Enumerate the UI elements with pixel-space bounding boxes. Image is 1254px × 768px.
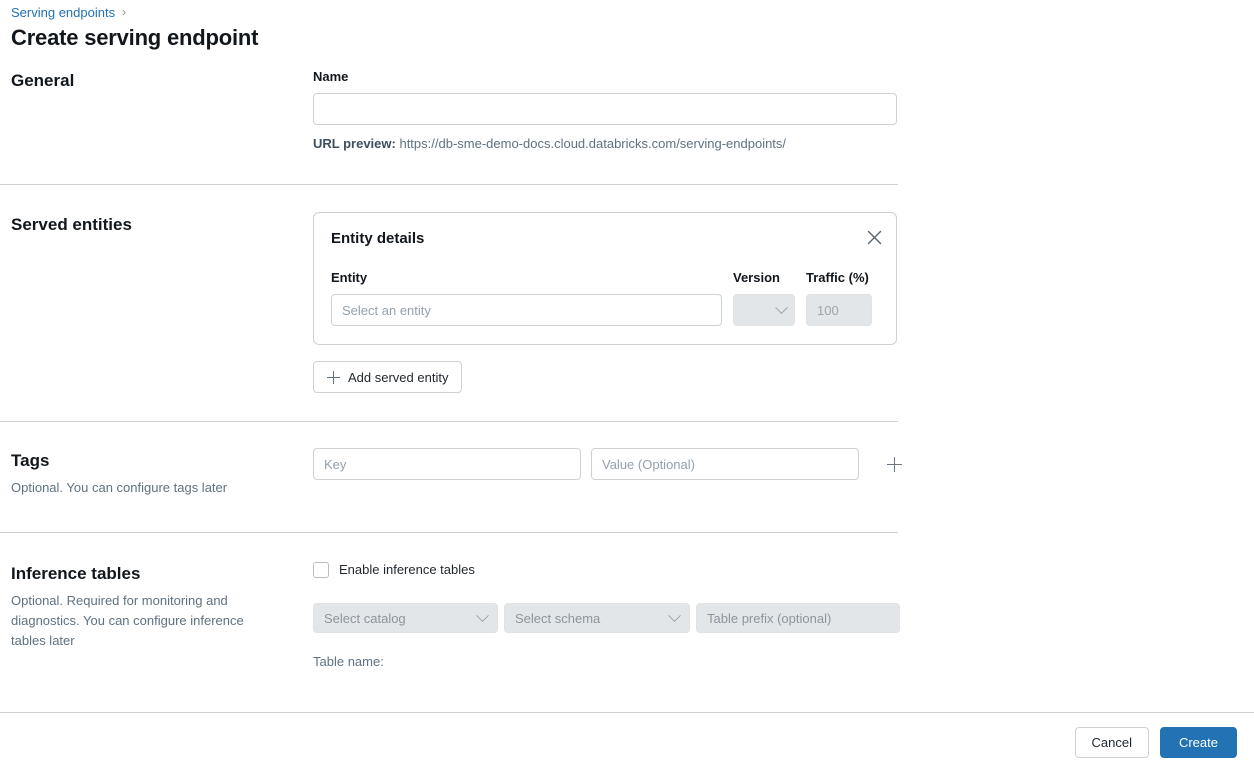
section-subtext-tags: Optional. You can configure tags later [11,478,256,498]
entity-details-title: Entity details [331,229,879,249]
tag-value-input[interactable] [591,448,859,480]
section-heading-inference-tables: Inference tables [11,563,313,585]
section-served-entities: Served entities Entity details Entity [0,206,898,393]
create-button[interactable]: Create [1160,727,1237,758]
name-label: Name [313,68,898,86]
footer-divider [0,712,1254,713]
enable-inference-tables-label[interactable]: Enable inference tables [339,561,475,579]
inference-tables-selectors: Select catalog Select schema [313,603,900,633]
enable-inference-tables-row[interactable]: Enable inference tables [313,561,900,579]
section-served-entities-left: Served entities [0,206,313,242]
section-heading-tags: Tags [11,450,313,472]
breadcrumb-link-serving-endpoints[interactable]: Serving endpoints [11,4,115,22]
plus-icon [327,371,340,384]
enable-inference-tables-checkbox[interactable] [313,562,329,578]
chevron-down-icon [775,301,788,314]
entity-label: Entity [331,269,722,287]
schema-dropdown-value: Select schema [515,611,600,626]
section-served-entities-right: Entity details Entity Version [313,206,898,393]
table-name-label: Table name: [313,653,900,671]
breadcrumb: Serving endpoints › [11,4,126,22]
entity-details-card: Entity details Entity Version [313,212,897,345]
name-input[interactable] [313,93,897,125]
section-tags-right [313,442,907,480]
section-general: General Name URL preview: https://db-sme… [0,62,898,153]
traffic-label: Traffic (%) [806,269,872,287]
version-label: Version [733,269,795,287]
chevron-down-icon [476,609,489,622]
version-dropdown[interactable] [733,294,795,326]
cancel-button[interactable]: Cancel [1075,727,1149,758]
add-tag-button[interactable] [881,451,907,477]
tags-row [313,448,907,480]
close-icon[interactable] [862,225,886,249]
entity-select-input[interactable] [331,294,722,326]
add-served-entity-label: Add served entity [348,370,448,385]
section-tags: Tags Optional. You can configure tags la… [0,442,898,498]
catalog-dropdown[interactable]: Select catalog [313,603,498,633]
traffic-input[interactable] [806,294,872,326]
tag-key-input[interactable] [313,448,581,480]
section-tags-left: Tags Optional. You can configure tags la… [0,442,313,498]
section-inference-tables-left: Inference tables Optional. Required for … [0,555,313,651]
footer-actions: Cancel Create [1075,727,1238,758]
section-inference-tables: Inference tables Optional. Required for … [0,555,898,671]
url-preview-value: https://db-sme-demo-docs.cloud.databrick… [399,136,786,151]
table-prefix-input[interactable] [696,603,900,633]
section-subtext-inference-tables: Optional. Required for monitoring and di… [11,591,256,651]
section-general-right: Name URL preview: https://db-sme-demo-do… [313,62,898,153]
entity-field-group: Entity [331,269,722,326]
add-served-entity-button[interactable]: Add served entity [313,361,462,393]
entity-row: Entity Version Traffic (%) [331,269,879,326]
url-preview-label: URL preview: [313,136,396,151]
section-inference-tables-right: Enable inference tables Select catalog S… [313,555,900,671]
section-heading-served-entities: Served entities [11,214,313,236]
catalog-dropdown-value: Select catalog [324,611,406,626]
page-title: Create serving endpoint [11,25,258,51]
form-area: General Name URL preview: https://db-sme… [0,62,898,671]
schema-dropdown[interactable]: Select schema [504,603,690,633]
create-serving-endpoint-page: Serving endpoints › Create serving endpo… [0,0,1254,768]
plus-icon [887,457,902,472]
version-field-group: Version [733,269,795,326]
url-preview: URL preview: https://db-sme-demo-docs.cl… [313,135,898,153]
chevron-down-icon [668,609,681,622]
traffic-field-group: Traffic (%) [806,269,872,326]
section-heading-general: General [11,70,313,92]
chevron-right-icon: › [122,3,126,21]
section-general-left: General [0,62,313,98]
